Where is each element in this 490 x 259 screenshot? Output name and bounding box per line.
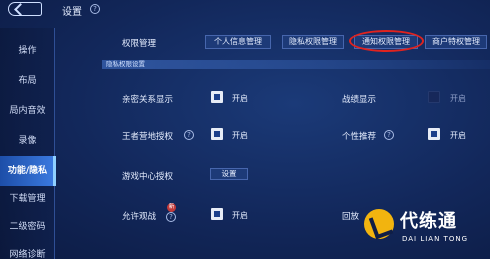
game-center-settings-button[interactable]: 设置	[210, 168, 248, 180]
section-title: 隐私权限设置	[106, 60, 145, 68]
battle-record-state: 开启	[450, 94, 466, 103]
page-title: 设置	[62, 7, 82, 18]
intimacy-display-checkbox[interactable]	[211, 91, 223, 103]
new-badge: 新	[167, 203, 176, 212]
personal-recommend-checkbox[interactable]	[428, 128, 440, 140]
sidebar-item-network-diagnosis[interactable]: 网络诊断	[0, 240, 55, 259]
back-arrow-icon[interactable]	[8, 2, 42, 16]
intimacy-display-state: 开启	[232, 94, 248, 103]
section-header	[102, 60, 490, 69]
sidebar-item-operation[interactable]: 操作	[0, 36, 55, 66]
allow-spectate-checkbox[interactable]	[211, 208, 223, 220]
brand-logo-icon	[364, 209, 394, 239]
personal-recommend-help-icon[interactable]: ?	[384, 130, 394, 140]
camp-auth-label: 王者营地授权	[122, 132, 174, 142]
watermark-name: 代练通	[400, 211, 457, 232]
camp-help-icon[interactable]: ?	[184, 130, 194, 140]
sidebar-item-ingame-audio[interactable]: 局内音效	[0, 96, 55, 126]
replay-label: 回放	[342, 212, 360, 222]
sidebar-item-layout[interactable]: 布局	[0, 66, 55, 96]
personal-info-button[interactable]: 个人信息管理	[205, 35, 271, 49]
personal-recommend-label: 个性推荐	[342, 132, 377, 142]
personal-recommend-state: 开启	[450, 131, 466, 140]
merchant-privilege-button[interactable]: 商户特权管理	[425, 35, 487, 49]
spectate-help-icon[interactable]: ?	[166, 212, 176, 222]
camp-auth-checkbox[interactable]	[211, 128, 223, 140]
permission-label: 权限管理	[122, 39, 157, 49]
privacy-permission-button[interactable]: 隐私权限管理	[282, 35, 344, 49]
help-icon[interactable]: ?	[90, 4, 100, 14]
sidebar-item-secondary-password[interactable]: 二级密码	[0, 212, 55, 242]
sidebar: 操作 布局 局内音效 录像 功能/隐私 下载管理 二级密码 网络诊断	[0, 28, 56, 259]
highlight-circle	[349, 30, 424, 52]
sidebar-item-download[interactable]: 下载管理	[0, 184, 55, 214]
game-center-label: 游戏中心授权	[122, 172, 174, 182]
top-bar: 设置 ?	[0, 0, 490, 20]
allow-spectate-label: 允许观战	[122, 212, 157, 222]
battle-record-label: 战绩显示	[342, 95, 377, 105]
watermark: 代练通 DAI LIAN TONG	[362, 205, 490, 259]
watermark-pinyin: DAI LIAN TONG	[402, 235, 469, 243]
camp-auth-state: 开启	[232, 131, 248, 140]
intimacy-display-label: 亲密关系显示	[122, 95, 174, 105]
battle-record-checkbox[interactable]	[428, 91, 440, 103]
sidebar-item-function-privacy[interactable]: 功能/隐私	[0, 156, 56, 186]
allow-spectate-state: 开启	[232, 211, 248, 220]
sidebar-item-replay[interactable]: 录像	[0, 126, 55, 156]
